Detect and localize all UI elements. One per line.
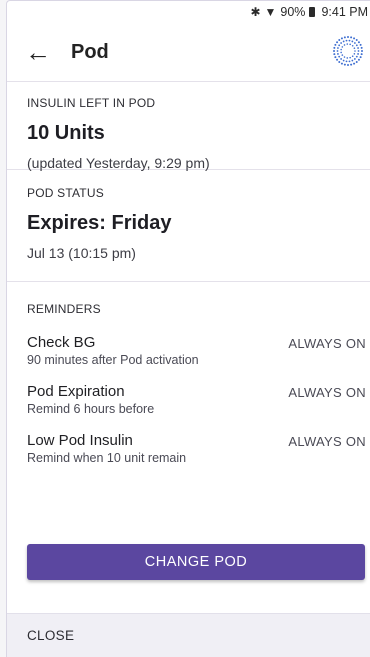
reminder-pod-expiration: Pod Expiration Remind 6 hours before ALW… — [27, 383, 370, 416]
pod-status-icon[interactable] — [332, 35, 364, 67]
battery-icon — [309, 7, 316, 17]
reminder-check-bg: Check BG 90 minutes after Pod activation… — [27, 334, 370, 367]
app-header: ← Pod — [7, 23, 370, 82]
reminders-label: REMINDERS — [27, 302, 101, 316]
reminder-detail: Remind when 10 unit remain — [27, 451, 187, 465]
reminder-low-pod-insulin: Low Pod Insulin Remind when 10 unit rema… — [27, 432, 370, 465]
close-button[interactable]: CLOSE — [27, 628, 74, 643]
back-arrow-icon[interactable]: ← — [25, 39, 67, 65]
app-window: ✱ ▼ 90% 9:41 PM ← Pod INSULIN LEFT IN PO… — [6, 0, 370, 657]
insulin-label: INSULIN LEFT IN POD — [27, 96, 156, 110]
clock: 9:41 PM — [321, 5, 368, 19]
pod-expiry-detail: Jul 13 (10:15 pm) — [27, 245, 136, 261]
pod-status-label: POD STATUS — [27, 186, 104, 200]
reminder-state: ALWAYS ON — [288, 434, 366, 449]
battery-level: 90% — [280, 5, 306, 19]
reminders-section: REMINDERS Check BG 90 minutes after Pod … — [7, 282, 370, 465]
reminder-detail: 90 minutes after Pod activation — [27, 353, 199, 367]
wifi-icon: ▼ — [264, 5, 277, 19]
insulin-updated: (updated Yesterday, 9:29 pm) — [27, 155, 210, 171]
bluetooth-icon: ✱ — [250, 5, 261, 19]
reminder-detail: Remind 6 hours before — [27, 402, 155, 416]
reminder-state: ALWAYS ON — [288, 336, 366, 351]
page-title: Pod — [71, 40, 109, 63]
insulin-section: INSULIN LEFT IN POD 10 Units (updated Ye… — [7, 82, 370, 171]
insulin-value: 10 Units — [27, 122, 105, 144]
pod-expiry-value: Expires: Friday — [27, 212, 172, 234]
change-pod-button[interactable]: CHANGE POD — [27, 544, 365, 580]
pod-status-section: POD STATUS Expires: Friday Jul 13 (10:15… — [7, 170, 370, 282]
footer-bar: CLOSE — [7, 613, 370, 657]
status-bar: ✱ ▼ 90% 9:41 PM — [7, 1, 370, 23]
reminder-state: ALWAYS ON — [288, 385, 366, 400]
